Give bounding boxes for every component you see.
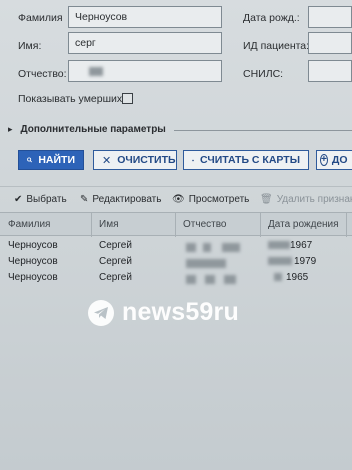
watermark-text: news59ru [122, 298, 239, 326]
close-icon: ✕ [102, 154, 112, 167]
birth-year: 1979 [294, 256, 317, 267]
add-button[interactable]: + ДО [316, 150, 352, 170]
column-separator [260, 213, 261, 237]
read-card-button[interactable]: СЧИТАТЬ С КАРТЫ [183, 150, 309, 170]
remove-flag-action-label: Удалить признак с [276, 194, 352, 205]
cell-name: Сергей [99, 256, 132, 267]
patient-id-label: ИД пациента: [243, 40, 310, 52]
birthdate-field[interactable] [308, 6, 352, 28]
redacted-value [89, 66, 103, 76]
extra-params-section[interactable]: ▸ Дополнительные параметры [8, 122, 352, 136]
cell-patronymic-redacted [186, 258, 226, 269]
view-action-label: Просмотреть [188, 194, 250, 205]
name-label: Имя: [18, 40, 42, 52]
show-deceased-checkbox[interactable] [122, 93, 133, 104]
column-separator [346, 213, 347, 237]
edit-action-label: Редактировать [92, 194, 162, 205]
watermark: news59ru [88, 298, 239, 327]
birth-year: 1967 [290, 240, 313, 251]
find-button-label: НАЙТИ [38, 154, 75, 166]
surname-label: Фамилия [18, 12, 63, 24]
column-header-patronymic[interactable]: Отчество [183, 219, 226, 230]
birth-year: 1965 [286, 272, 309, 283]
snils-label: СНИЛС: [243, 68, 284, 80]
cell-surname: Черноусов [8, 240, 58, 251]
patronymic-label: Отчество: [18, 68, 67, 80]
id-card-icon [192, 159, 194, 161]
cell-birthdate: 1967 [268, 240, 312, 251]
find-button[interactable]: НАЙТИ [18, 150, 84, 170]
results-toolbar: ✔ Выбрать ✎ Редактировать 👁 Просмотреть … [0, 186, 352, 212]
search-icon [27, 157, 33, 163]
surname-field[interactable]: Черноусов [68, 6, 222, 28]
extra-params-label: Дополнительные параметры [20, 123, 166, 135]
chevron-right-icon: ▸ [8, 123, 13, 134]
section-divider [173, 129, 352, 131]
column-header-surname[interactable]: Фамилия [8, 219, 50, 230]
eye-icon: 👁 [172, 194, 185, 205]
cell-name: Сергей [99, 240, 132, 251]
add-button-label: ДО [331, 154, 348, 166]
birthdate-label: Дата рожд.: [243, 12, 300, 24]
check-circle-icon: ✔ [14, 194, 23, 205]
cell-surname: Черноусов [8, 272, 58, 283]
telegram-icon [88, 299, 114, 326]
view-action[interactable]: 👁 Просмотреть [172, 194, 249, 205]
pencil-icon: ✎ [80, 194, 89, 205]
remove-flag-action[interactable]: 🗑 Удалить признак с [260, 194, 352, 205]
cell-patronymic-redacted [186, 242, 240, 253]
cell-birthdate: 1965 [268, 272, 308, 283]
patronymic-field[interactable] [68, 60, 222, 82]
clear-button[interactable]: ✕ ОЧИСТИТЬ [93, 150, 177, 170]
column-header-birthdate[interactable]: Дата рождения [268, 219, 339, 230]
cell-birthdate: 1979 [268, 256, 316, 267]
select-action[interactable]: ✔ Выбрать [14, 194, 67, 205]
table-header: Фамилия Имя Отчество Дата рождения [0, 212, 352, 237]
show-deceased-label: Показывать умерших: [18, 93, 126, 105]
table-row[interactable]: Черноусов Сергей 1979 [0, 254, 352, 270]
clear-button-label: ОЧИСТИТЬ [117, 154, 176, 166]
cell-name: Сергей [99, 272, 132, 283]
patient-id-field[interactable] [308, 32, 352, 54]
table-row[interactable]: Черноусов Сергей 1965 [0, 270, 352, 286]
plus-icon: + [320, 154, 328, 166]
cell-patronymic-redacted [186, 274, 236, 285]
column-separator [91, 213, 92, 237]
trash-icon: 🗑 [260, 194, 273, 205]
patient-search-screen: Фамилия Черноусов Имя: серг Отчество: По… [0, 0, 352, 470]
column-separator [175, 213, 176, 237]
column-header-name[interactable]: Имя [99, 219, 118, 230]
edit-action[interactable]: ✎ Редактировать [80, 194, 161, 205]
table-row[interactable]: Черноусов Сергей 1967 [0, 238, 352, 254]
cell-surname: Черноусов [8, 256, 58, 267]
name-field[interactable]: серг [68, 32, 222, 54]
select-action-label: Выбрать [26, 194, 67, 205]
snils-field[interactable] [308, 60, 352, 82]
read-card-button-label: СЧИТАТЬ С КАРТЫ [200, 154, 300, 166]
